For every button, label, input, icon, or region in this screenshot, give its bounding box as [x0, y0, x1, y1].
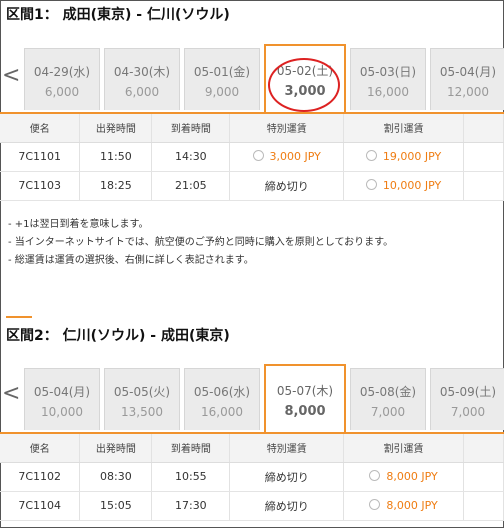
departure-time: 18:25: [79, 171, 153, 201]
special-fare-closed: 締め切り: [229, 491, 345, 521]
special-fare: 3,000 JPY: [269, 150, 321, 163]
tab-price: 6,000: [44, 85, 80, 99]
table-row: 7C1101 11:50 14:30 3,000 JPY 19,000 JPY: [0, 142, 504, 172]
tab-date: 05-07(木): [276, 384, 334, 398]
tab-price: 6,000: [124, 85, 160, 99]
tab-date: 05-06(水): [193, 385, 251, 399]
notes-block: - +1は翌日到着を意味します。 - 当インターネットサイトでは、航空便のご予約…: [8, 216, 393, 270]
col-header-discount-fare: 割引運賃: [343, 114, 465, 143]
segment2-prev-arrow-icon[interactable]: <: [2, 380, 20, 408]
col-header-extra: [463, 114, 504, 143]
extra-cell: [463, 462, 504, 492]
segment2-flight-table: 便名 出発時間 到着時間 特別運賃 割引運賃 7C1102 08:30 10:5…: [0, 434, 504, 521]
discount-fare: 10,000 JPY: [382, 179, 442, 192]
tab-date: 05-01(金): [193, 65, 251, 79]
special-fare-cell[interactable]: 3,000 JPY: [229, 142, 345, 172]
departure-time: 08:30: [79, 462, 153, 492]
col-header-departure: 出発時間: [79, 114, 153, 143]
flight-number: 7C1102: [0, 462, 81, 492]
segment1-title: 区間1： 成田(東京) - 仁川(ソウル): [6, 7, 230, 23]
discount-fare-cell[interactable]: 19,000 JPY: [343, 142, 465, 172]
extra-cell: [463, 491, 504, 521]
flight-number: 7C1103: [0, 171, 81, 201]
table-row: 7C1104 15:05 17:30 締め切り 8,000 JPY: [0, 491, 504, 521]
col-header-special-fare: 特別運賃: [229, 434, 345, 463]
segment1-date-strip: < 04-29(水) 6,000 04-30(木) 6,000 05-01(金)…: [0, 44, 504, 114]
tab-price: 9,000: [204, 85, 240, 99]
segment1-prev-arrow-icon[interactable]: <: [2, 62, 20, 90]
tab-date: 04-30(木): [113, 65, 171, 79]
departure-time: 15:05: [79, 491, 153, 521]
discount-fare-cell[interactable]: 10,000 JPY: [343, 171, 465, 201]
annotation-circle: [268, 58, 340, 112]
segment1-date-tab[interactable]: 05-04(月) 12,000: [430, 48, 504, 110]
discount-fare-cell[interactable]: 8,000 JPY: [343, 491, 464, 521]
tab-price: 16,000: [367, 85, 409, 99]
extra-cell: [463, 142, 504, 172]
tab-date: 05-09(土): [439, 385, 497, 399]
discount-fare-cell[interactable]: 8,000 JPY: [343, 462, 464, 492]
table-header-row: 便名 出発時間 到着時間 特別運賃 割引運賃: [0, 434, 504, 463]
col-header-departure: 出発時間: [79, 434, 153, 463]
segment1-flight-table: 便名 出発時間 到着時間 特別運賃 割引運賃 7C1101 11:50 14:3…: [0, 114, 504, 201]
segment2-date-tab-selected[interactable]: 05-07(木) 8,000: [264, 364, 346, 434]
tab-price: 10,000: [41, 405, 83, 419]
discount-fare: 19,000 JPY: [382, 150, 442, 163]
segment2-title: 区間2： 仁川(ソウル) - 成田(東京): [6, 328, 230, 344]
flight-number: 7C1101: [0, 142, 81, 172]
discount-fare: 8,000 JPY: [386, 499, 438, 512]
special-fare-closed: 締め切り: [229, 462, 345, 492]
discount-fare: 8,000 JPY: [386, 470, 438, 483]
tab-date: 05-04(月): [439, 65, 497, 79]
segment2-date-tab[interactable]: 05-04(月) 10,000: [24, 368, 100, 430]
radio-button[interactable]: [369, 470, 381, 481]
segment2-date-tab[interactable]: 05-09(土) 7,000: [430, 368, 504, 430]
flight-number: 7C1104: [0, 491, 81, 521]
col-header-flight: 便名: [0, 114, 81, 143]
col-header-discount-fare: 割引運賃: [343, 434, 464, 463]
tab-price: 7,000: [370, 405, 406, 419]
tab-date: 05-05(火): [113, 385, 171, 399]
arrival-time: 10:55: [151, 462, 231, 492]
segment1-date-tab[interactable]: 05-01(金) 9,000: [184, 48, 260, 110]
tab-price: 12,000: [447, 85, 489, 99]
segment1-date-tab[interactable]: 05-03(日) 16,000: [350, 48, 426, 110]
note-line: - 当インターネットサイトでは、航空便のご予約と同時に購入を原則としております。: [8, 237, 394, 248]
segment2-title-accent: [6, 316, 32, 318]
tab-date: 04-29(水): [33, 65, 91, 79]
radio-button[interactable]: [369, 499, 381, 510]
segment2-date-tab[interactable]: 05-06(水) 16,000: [184, 368, 260, 430]
note-line: - 総運賃は運賃の選択後、右側に詳しく表記されます。: [8, 255, 254, 266]
tab-price: 13,500: [121, 405, 163, 419]
segment1-date-tab[interactable]: 04-29(水) 6,000: [24, 48, 100, 110]
tab-date: 05-08(金): [359, 385, 417, 399]
col-header-arrival: 到着時間: [151, 434, 231, 463]
special-fare-closed: 締め切り: [229, 171, 345, 201]
tab-date: 05-04(月): [33, 385, 91, 399]
note-line: - +1は翌日到着を意味します。: [8, 219, 149, 230]
col-header-flight: 便名: [0, 434, 81, 463]
table-row: 7C1103 18:25 21:05 締め切り 10,000 JPY: [0, 171, 504, 201]
arrival-time: 17:30: [151, 491, 231, 521]
radio-button[interactable]: [252, 150, 264, 161]
col-header-extra: [463, 434, 504, 463]
table-header-row: 便名 出発時間 到着時間 特別運賃 割引運賃: [0, 114, 504, 143]
radio-button[interactable]: [365, 150, 377, 161]
extra-cell: [463, 171, 504, 201]
tab-price: 7,000: [450, 405, 486, 419]
arrival-time: 21:05: [151, 171, 231, 201]
tab-price: 8,000: [284, 404, 326, 419]
col-header-special-fare: 特別運賃: [229, 114, 345, 143]
arrival-time: 14:30: [151, 142, 231, 172]
col-header-arrival: 到着時間: [151, 114, 231, 143]
segment2-date-tab[interactable]: 05-08(金) 7,000: [350, 368, 426, 430]
tab-date: 05-03(日): [359, 65, 417, 79]
departure-time: 11:50: [79, 142, 153, 172]
radio-button[interactable]: [365, 179, 377, 190]
segment2-date-tab[interactable]: 05-05(火) 13,500: [104, 368, 180, 430]
segment2-date-strip: < 05-04(月) 10,000 05-05(火) 13,500 05-06(…: [0, 364, 504, 434]
tab-price: 16,000: [201, 405, 243, 419]
segment1-date-tab[interactable]: 04-30(木) 6,000: [104, 48, 180, 110]
table-row: 7C1102 08:30 10:55 締め切り 8,000 JPY: [0, 462, 504, 492]
